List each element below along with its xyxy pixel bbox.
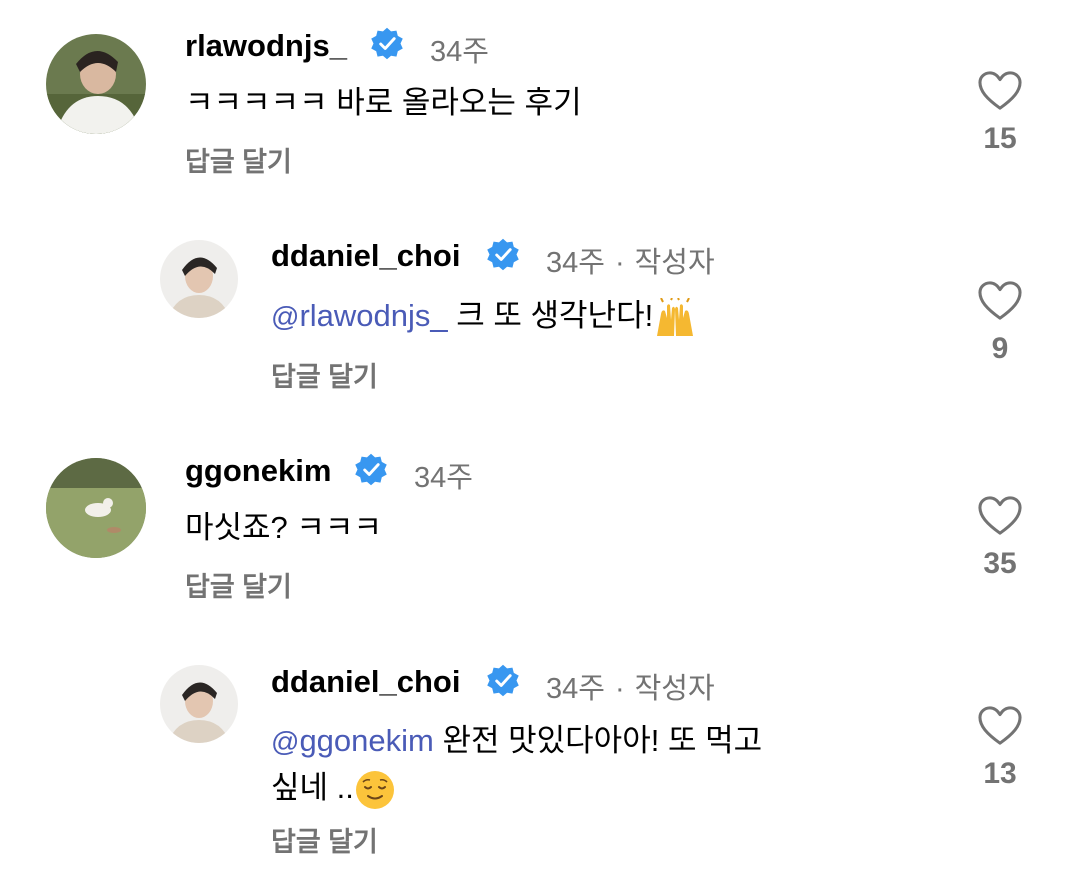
like-button[interactable]: 15 [970, 70, 1030, 156]
comment: ggonekim 34주 마싯죠? ㅋㅋㅋ 답글 달기 35 [0, 420, 1080, 620]
author-badge: 작성자 [634, 673, 715, 705]
relieved-face-emoji [355, 770, 394, 809]
comment-reply: ddaniel_choi 34주 · 작성자 @rlawodnjs_ 크 또 생각난… [0, 200, 1080, 420]
comment-reply: ddaniel_choi 34주 · 작성자 @ggonekim 완전 맛있다아아!… [0, 620, 1080, 878]
threads-icon: @ [271, 726, 300, 757]
heart-icon[interactable] [977, 70, 1023, 112]
raising-hands-emoji [657, 297, 694, 336]
avatar[interactable] [46, 458, 146, 558]
comment-body: 완전 맛있다아아! 또 먹고 [433, 723, 763, 758]
reply-button[interactable]: 답글 달기 [185, 565, 292, 604]
avatar[interactable] [160, 240, 238, 318]
verified-badge-icon [355, 453, 387, 486]
comment-text: @rlawodnjs_ 크 또 생각난다! [271, 293, 697, 340]
like-count: 15 [983, 122, 1017, 155]
heart-icon[interactable] [977, 280, 1023, 322]
comment-text: ㅋㅋㅋㅋㅋ 바로 올라오는 후기 [185, 85, 582, 120]
like-button[interactable]: 35 [970, 495, 1030, 581]
avatar[interactable] [46, 34, 146, 134]
like-count: 35 [983, 547, 1017, 580]
comment-meta: 34주 · 작성자 [546, 239, 715, 281]
reply-button[interactable]: 답글 달기 [271, 355, 378, 394]
username[interactable]: ddaniel_choi [271, 664, 460, 700]
comment-meta: 34주 · 작성자 [546, 665, 715, 707]
comment-time: 34주 [546, 673, 605, 705]
reply-button[interactable]: 답글 달기 [185, 140, 292, 179]
comment: rlawodnjs_ 34주 ㅋㅋㅋㅋㅋ 바로 올라오는 후기 답글 달기 15 [0, 0, 1080, 200]
comment-line: 싶네 .. [271, 765, 871, 811]
mention-link[interactable]: @rlawodnjs_ [271, 298, 448, 333]
mention-link[interactable]: @ggonekim [271, 723, 434, 758]
username[interactable]: rlawodnjs_ [185, 28, 347, 64]
verified-badge-icon [487, 238, 519, 271]
verified-badge-icon [371, 27, 403, 60]
comment-body: 크 또 생각난다! [447, 298, 654, 333]
like-count: 9 [991, 332, 1009, 365]
comment-text: @ggonekim 완전 맛있다아아! 또 먹고 싶네 .. [271, 718, 871, 811]
username[interactable]: ddaniel_choi [271, 238, 460, 274]
comment-time: 34주 [414, 462, 473, 494]
heart-icon[interactable] [977, 705, 1023, 747]
comment-line: @ggonekim 완전 맛있다아아! 또 먹고 [271, 718, 871, 765]
author-badge: 작성자 [634, 247, 715, 279]
username[interactable]: ggonekim [185, 453, 331, 489]
separator-dot: · [614, 247, 625, 279]
verified-badge-icon [487, 664, 519, 697]
comment-time: 34주 [546, 247, 605, 279]
comment-time: 34주 [430, 36, 489, 68]
like-button[interactable]: 9 [970, 280, 1030, 366]
threads-icon: @ [271, 301, 300, 332]
separator-dot: · [614, 673, 625, 705]
comment-body: 싶네 .. [271, 770, 354, 805]
like-count: 13 [983, 757, 1017, 790]
like-button[interactable]: 13 [970, 705, 1030, 791]
heart-icon[interactable] [977, 495, 1023, 537]
reply-button[interactable]: 답글 달기 [271, 820, 378, 859]
avatar[interactable] [160, 665, 238, 743]
comment-text: 마싯죠? ㅋㅋㅋ [185, 510, 382, 545]
